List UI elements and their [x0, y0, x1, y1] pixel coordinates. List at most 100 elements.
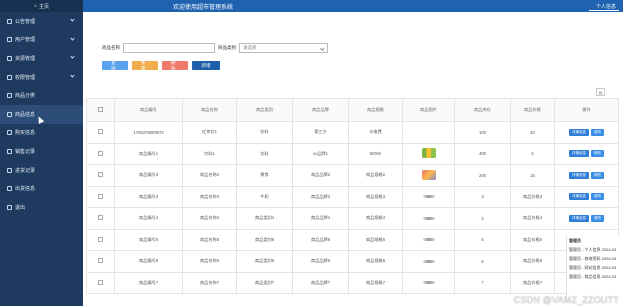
print-icon[interactable]: ▤	[596, 88, 605, 96]
sidebar: ⌂ 主页 公告管理 用户管理 资源管理 权限管理 商品分类 商品信息 购买信息 销售记录 进货记…	[0, 0, 83, 306]
cell-spec: 商品规格5	[348, 228, 403, 251]
page-title: 欢迎使用超市管理系统	[173, 5, 234, 11]
row-checkbox[interactable]	[98, 129, 103, 135]
row-checkbox[interactable]	[98, 258, 103, 264]
cell-type: 零食	[236, 164, 293, 187]
activity-line: 管理员	[569, 238, 581, 243]
operation-cell: 详情信息修改	[554, 185, 619, 208]
lock-icon	[7, 74, 12, 80]
add-button[interactable]: 新增	[192, 61, 220, 70]
user-underline	[589, 10, 619, 11]
sidebar-item-8[interactable]: 进货记录	[0, 161, 83, 180]
cell-price: 商品价格4	[510, 207, 555, 230]
row-select-cell	[86, 228, 115, 251]
cell-name: 饮料1	[182, 142, 237, 165]
sales-icon	[7, 148, 12, 154]
cell-stock: 7	[454, 271, 511, 294]
column-header: 商品图片	[402, 98, 455, 122]
edit-button[interactable]: 修改	[591, 128, 604, 136]
query-button[interactable]: 查询	[102, 60, 128, 71]
column-header: 商品库存	[454, 98, 511, 122]
edit-button[interactable]: 修改	[591, 171, 604, 179]
sidebar-item-label: 公告管理	[15, 18, 36, 25]
cell-type: 商品类别5	[236, 228, 293, 251]
row-checkbox[interactable]	[98, 150, 103, 156]
table-row: 商品编号6商品名称6商品类别6商品品牌6商品规格66商品价格6详情信息修改	[86, 250, 619, 273]
row-checkbox[interactable]	[98, 236, 103, 242]
goods-category-label: 商品类别	[218, 45, 236, 50]
operation-cell: 详情信息修改	[554, 121, 619, 144]
view-detail-button[interactable]: 详情信息	[569, 193, 589, 201]
category-icon	[7, 93, 12, 99]
chevron-down-icon	[70, 54, 75, 59]
cell-type: 牛奶	[236, 185, 293, 208]
table-row: 商品编号2 商品名称2 零食 商品品牌2 商品规格2 200 15 详情信息 修改	[86, 164, 619, 187]
sidebar-home[interactable]: ⌂ 主页	[0, 0, 83, 12]
sidebar-item-3[interactable]: 权限管理	[0, 68, 83, 87]
cell-name: 商品名称6	[182, 250, 237, 273]
row-select-cell	[86, 185, 115, 208]
goods-thumbnail	[421, 169, 436, 180]
table-row: 1705376609573 红茶饮1 饮料 第三方 水电费 100 30 详情信息 修改	[86, 121, 619, 144]
cell-name: 商品名称5	[182, 228, 237, 251]
logout-icon	[7, 204, 12, 210]
view-detail-button[interactable]: 详情信息	[569, 171, 589, 179]
sidebar-item-2[interactable]: 资源管理	[0, 49, 83, 68]
row-checkbox[interactable]	[98, 172, 103, 178]
cell-brand: 第三方	[292, 121, 349, 144]
cell-brand: 商品品牌2	[292, 164, 349, 187]
sidebar-item-0[interactable]: 公告管理	[0, 12, 83, 31]
table-row: 商品编号3 商品名称3 牛奶 商品品牌3 商品规格3 3 商品价格3 详情信息 修改	[86, 185, 619, 208]
cell-name: 商品名称3	[182, 185, 237, 208]
delete-button[interactable]: 删除	[162, 60, 188, 71]
goods-name-input[interactable]	[123, 43, 215, 53]
cell-brand: 商品品牌6	[292, 250, 349, 273]
cell-spec: 商品规格6	[348, 250, 403, 273]
select-all-checkbox[interactable]	[98, 107, 103, 112]
column-header: 商品价格	[510, 98, 555, 122]
column-header: 商品规格	[348, 98, 403, 122]
cell-stock: 200	[454, 164, 511, 187]
goods-category-select[interactable]: 请选择	[239, 43, 328, 53]
row-checkbox[interactable]	[98, 279, 103, 285]
cell-price: 15	[510, 164, 555, 187]
sidebar-item-9[interactable]: 出货信息	[0, 179, 83, 198]
view-detail-button[interactable]: 详情信息	[569, 214, 589, 222]
column-header: 商品名称	[182, 98, 237, 122]
sidebar-item-7[interactable]: 销售记录	[0, 142, 83, 161]
sidebar-item-1[interactable]: 用户管理	[0, 31, 83, 50]
cell-name: 商品名称7	[182, 271, 237, 294]
edit-button[interactable]: 修改	[591, 214, 604, 222]
goods-icon	[7, 111, 12, 117]
goods-image-cell	[402, 121, 455, 144]
cell-brand: xx品牌1	[292, 142, 349, 165]
sidebar-item-4[interactable]: 商品分类	[0, 86, 83, 105]
user-info-link[interactable]: 个人信息	[593, 3, 619, 10]
sidebar-item-10[interactable]: 退出	[0, 198, 83, 217]
view-detail-button[interactable]: 详情信息	[569, 128, 589, 136]
reset-button[interactable]: 重置	[132, 60, 158, 71]
goods-image-cell	[402, 185, 455, 208]
sidebar-item-label: 出货信息	[15, 186, 36, 193]
cell-price: 商品价格7	[510, 271, 555, 294]
search-bar: 商品名称 商品类别 请选择	[102, 43, 328, 53]
row-checkbox[interactable]	[98, 215, 103, 221]
cell-spec: 商品规格3	[348, 185, 403, 208]
operation-cell: 详情信息修改	[554, 142, 619, 165]
cell-type: 饮料	[236, 142, 293, 165]
notice-icon	[7, 18, 12, 24]
sidebar-item-label: 资源管理	[15, 55, 36, 62]
cell-type: 饮料	[236, 121, 293, 144]
sidebar-item-6[interactable]: 购买信息	[0, 124, 83, 143]
chevron-down-icon	[70, 17, 75, 22]
sidebar-item-label: 商品分类	[15, 93, 36, 100]
edit-button[interactable]: 修改	[591, 150, 604, 158]
edit-button[interactable]: 修改	[591, 193, 604, 201]
select-all-header[interactable]	[86, 98, 115, 122]
cell-price: 6	[510, 142, 555, 165]
row-checkbox[interactable]	[98, 193, 103, 199]
folder-icon	[7, 55, 12, 61]
cell-code: 商品编号7	[114, 271, 183, 294]
cell-stock: 400	[454, 142, 511, 165]
view-detail-button[interactable]: 详情信息	[569, 150, 589, 158]
